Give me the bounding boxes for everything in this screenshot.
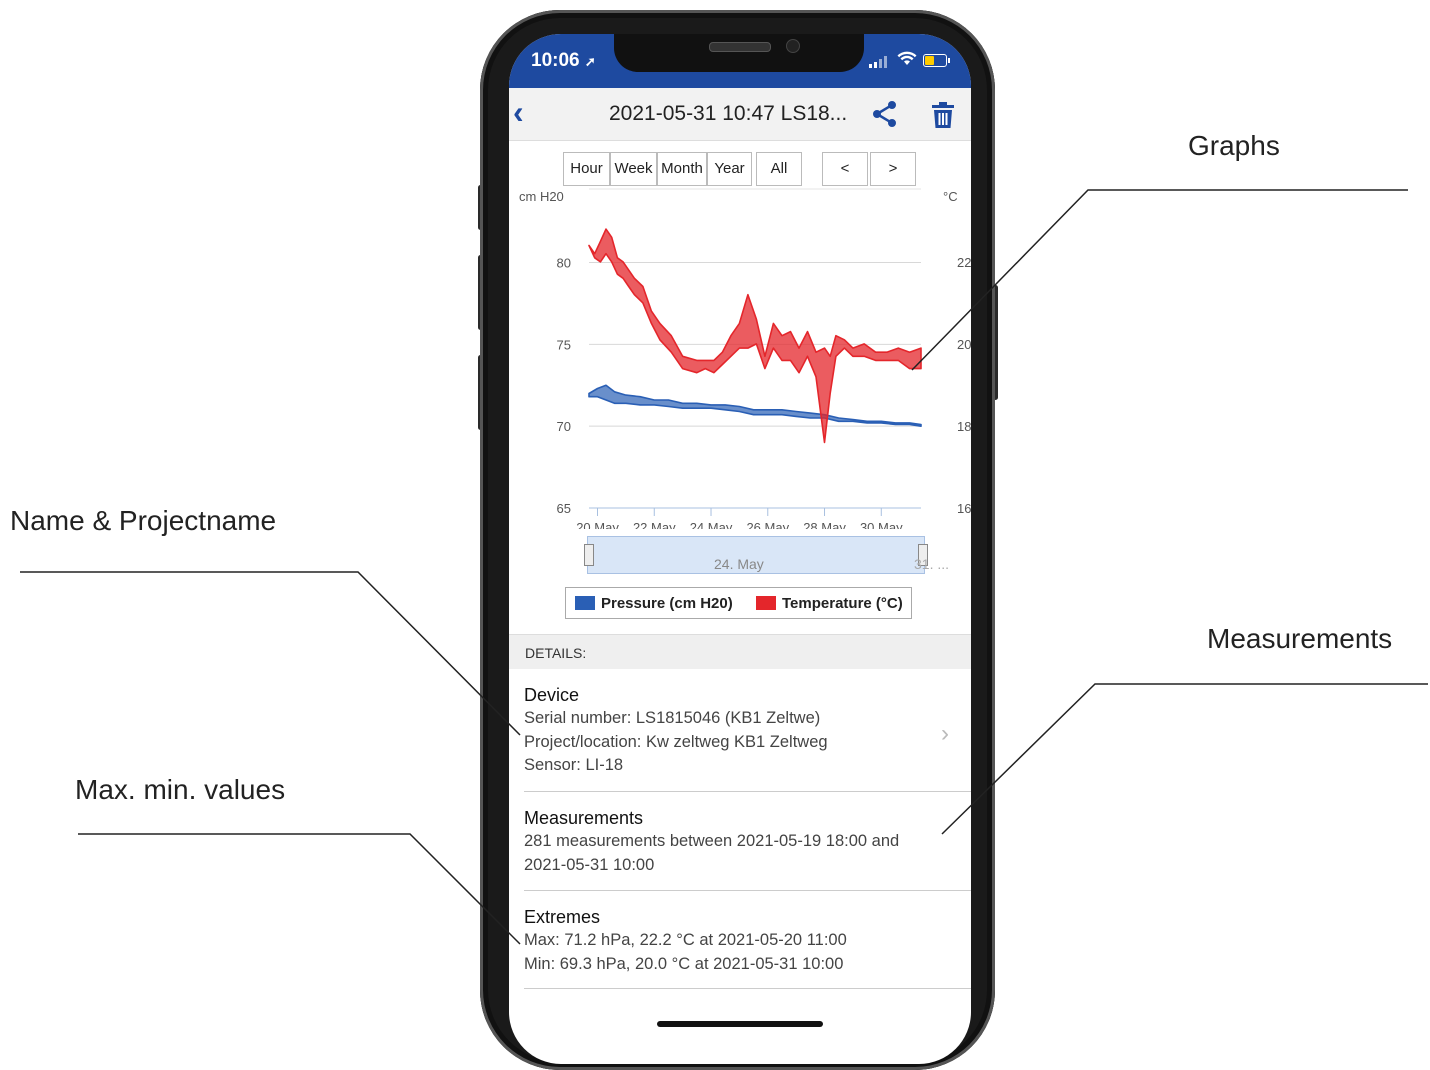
leader-line-extremes: [78, 833, 521, 945]
leader-line-name-project: [20, 571, 521, 736]
annotation-leader-lines: [20, 189, 1428, 945]
leader-line-measurements: [941, 683, 1428, 835]
leader-line-graphs: [911, 189, 1408, 371]
